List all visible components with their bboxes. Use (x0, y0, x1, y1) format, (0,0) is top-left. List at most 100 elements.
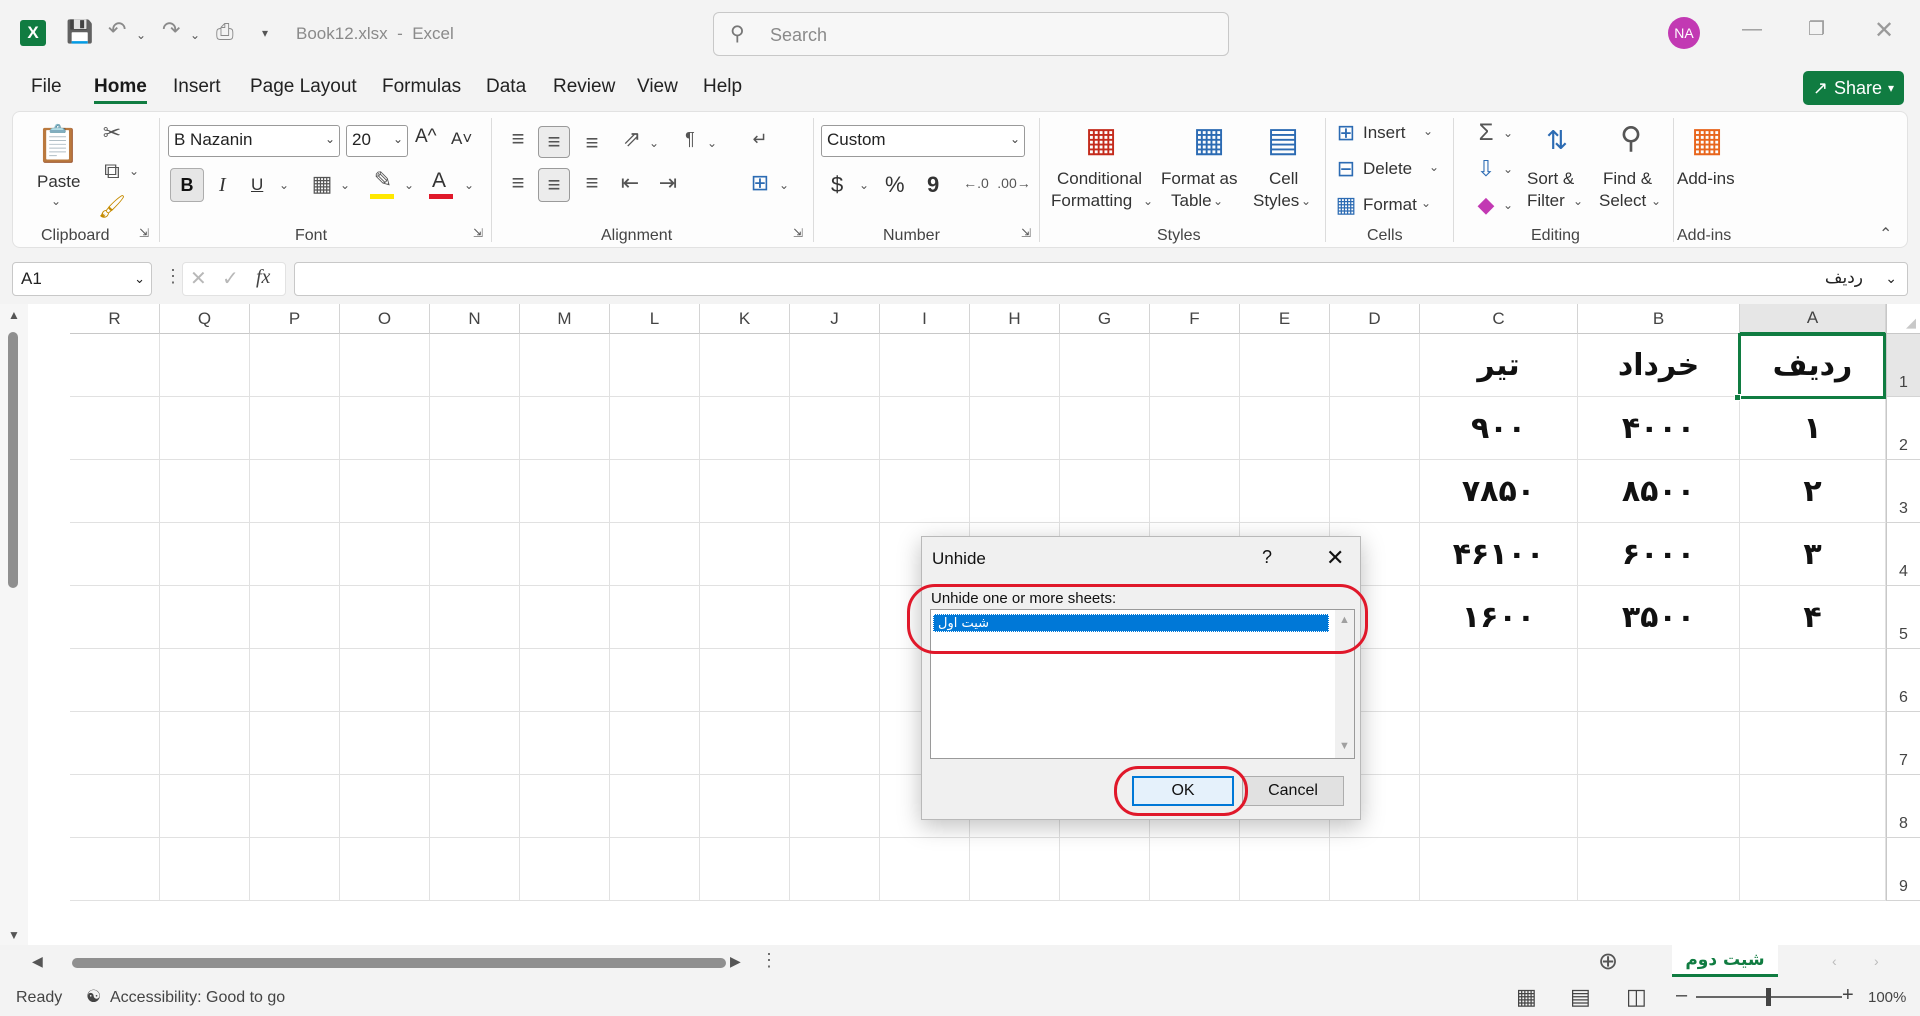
confirm-entry-icon[interactable]: ✓ (222, 266, 239, 291)
delete-cells-icon[interactable]: ⊟ (1333, 156, 1359, 182)
scroll-down-icon[interactable]: ▼ (8, 928, 20, 942)
avatar[interactable]: NA (1668, 17, 1700, 49)
cell-l5[interactable] (610, 586, 700, 649)
cell-styles-line2[interactable]: Styles (1253, 190, 1299, 212)
column-header-m[interactable]: M (520, 304, 610, 334)
sort-filter-line1[interactable]: Sort & (1527, 168, 1574, 190)
format-as-table-line2[interactable]: Table (1171, 190, 1212, 212)
cell-e1[interactable] (1240, 334, 1330, 397)
cell-p1[interactable] (250, 334, 340, 397)
add-ins-button-label[interactable]: Add-ins (1677, 168, 1735, 190)
cell-q6[interactable] (160, 649, 250, 712)
cell-j4[interactable] (790, 523, 880, 586)
paste-dropdown-icon[interactable]: ⌄ (51, 194, 61, 208)
cell-k3[interactable] (700, 460, 790, 523)
customize-toolbar-icon[interactable]: ▾ (262, 26, 268, 40)
menu-insert[interactable]: Insert (173, 76, 221, 98)
horizontal-scrollbar[interactable] (72, 958, 726, 968)
zoom-slider-thumb[interactable] (1766, 988, 1771, 1006)
column-header-h[interactable]: H (970, 304, 1060, 334)
column-header-o[interactable]: O (340, 304, 430, 334)
cell-e2[interactable] (1240, 397, 1330, 460)
format-as-table-icon[interactable]: ▦ (1185, 118, 1233, 162)
cell-r9[interactable] (70, 838, 160, 901)
zoom-out-icon[interactable]: – (1676, 984, 1687, 1007)
cell-o1[interactable] (340, 334, 430, 397)
cell-k9[interactable] (700, 838, 790, 901)
cell-f9[interactable] (1150, 838, 1240, 901)
cell-q4[interactable] (160, 523, 250, 586)
select-all-corner[interactable]: ◢ (1886, 304, 1920, 334)
find-select-icon[interactable]: ⚲ (1609, 116, 1653, 160)
sort-filter-line2[interactable]: Filter (1527, 190, 1565, 212)
cell-e9[interactable] (1240, 838, 1330, 901)
cell-l4[interactable] (610, 523, 700, 586)
cell-c2[interactable]: ۹۰۰ (1420, 397, 1578, 460)
minimize-icon[interactable]: — (1742, 18, 1762, 41)
page-break-view-icon[interactable]: ◫ (1626, 984, 1647, 1010)
conditional-formatting-icon[interactable]: ▦ (1077, 118, 1125, 162)
cancel-button[interactable]: Cancel (1242, 776, 1344, 806)
text-direction-dropdown-icon[interactable]: ⌄ (707, 136, 717, 150)
cell-k6[interactable] (700, 649, 790, 712)
cell-f2[interactable] (1150, 397, 1240, 460)
menu-view[interactable]: View (637, 76, 678, 98)
column-header-g[interactable]: G (1060, 304, 1150, 334)
cell-a8[interactable] (1740, 775, 1886, 838)
cell-q5[interactable] (160, 586, 250, 649)
restore-icon[interactable]: ❐ (1808, 18, 1825, 41)
cell-p8[interactable] (250, 775, 340, 838)
format-painter-icon[interactable]: 🖌 (97, 192, 127, 222)
column-header-l[interactable]: L (610, 304, 700, 334)
cell-m4[interactable] (520, 523, 610, 586)
prev-sheet-icon[interactable]: ‹ (1832, 953, 1837, 969)
cell-i2[interactable] (880, 397, 970, 460)
menu-formulas[interactable]: Formulas (382, 76, 461, 98)
collapse-ribbon-icon[interactable]: ⌃ (1879, 224, 1892, 244)
add-ins-icon[interactable]: ▦ (1683, 118, 1731, 162)
column-header-k[interactable]: K (700, 304, 790, 334)
cell-m7[interactable] (520, 712, 610, 775)
column-header-p[interactable]: P (250, 304, 340, 334)
cell-h1[interactable] (970, 334, 1060, 397)
increase-indent-icon[interactable]: ⇥ (653, 168, 683, 198)
row-header-2[interactable]: 2 (1886, 397, 1920, 460)
cell-l9[interactable] (610, 838, 700, 901)
percent-button[interactable]: % (885, 174, 905, 196)
cell-d9[interactable] (1330, 838, 1420, 901)
currency-button[interactable]: $ (831, 174, 843, 196)
cell-a5[interactable]: ۴ (1740, 586, 1886, 649)
cell-b6[interactable] (1578, 649, 1740, 712)
cell-p9[interactable] (250, 838, 340, 901)
cell-a9[interactable] (1740, 838, 1886, 901)
column-header-n[interactable]: N (430, 304, 520, 334)
chevron-down-icon[interactable]: ⌄ (1143, 194, 1153, 208)
cell-b7[interactable] (1578, 712, 1740, 775)
cell-f1[interactable] (1150, 334, 1240, 397)
row-header-7[interactable]: 7 (1886, 712, 1920, 775)
cell-p3[interactable] (250, 460, 340, 523)
cell-p4[interactable] (250, 523, 340, 586)
find-select-line2[interactable]: Select (1599, 190, 1646, 212)
cell-m6[interactable] (520, 649, 610, 712)
cell-n5[interactable] (430, 586, 520, 649)
chevron-down-icon[interactable]: ⌄ (1421, 196, 1431, 210)
chevron-down-icon[interactable]: ⌄ (1503, 198, 1513, 212)
row-header-5[interactable]: 5 (1886, 586, 1920, 649)
column-header-b[interactable]: B (1578, 304, 1740, 334)
chevron-down-icon[interactable]: ⌄ (1573, 194, 1583, 208)
alignment-launcher-icon[interactable]: ⇲ (793, 226, 803, 240)
undo-dropdown-icon[interactable]: ⌄ (136, 28, 146, 42)
search-box[interactable]: ⚲ Search (713, 12, 1229, 56)
cell-r4[interactable] (70, 523, 160, 586)
cell-q8[interactable] (160, 775, 250, 838)
cell-n6[interactable] (430, 649, 520, 712)
cell-k7[interactable] (700, 712, 790, 775)
cell-j5[interactable] (790, 586, 880, 649)
menu-help[interactable]: Help (703, 76, 742, 98)
cell-i3[interactable] (880, 460, 970, 523)
cell-b4[interactable]: ۶۰۰۰ (1578, 523, 1740, 586)
cell-p7[interactable] (250, 712, 340, 775)
redo-dropdown-icon[interactable]: ⌄ (190, 28, 200, 42)
cell-j8[interactable] (790, 775, 880, 838)
